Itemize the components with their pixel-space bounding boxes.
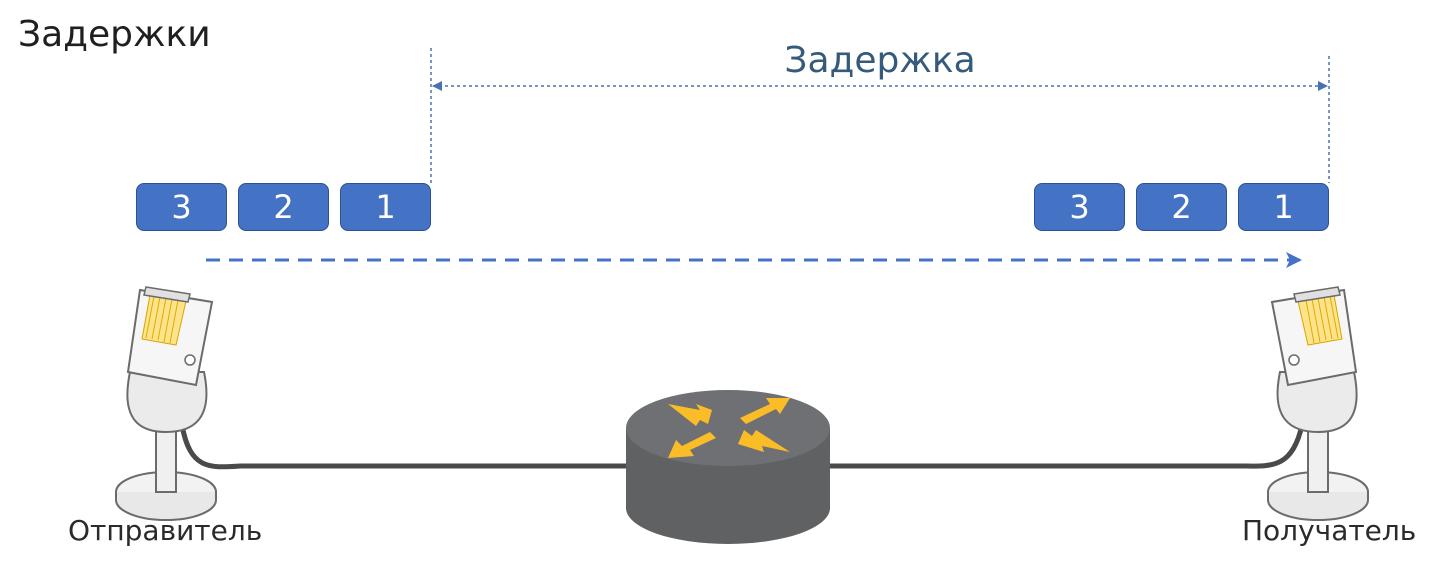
sender-packet-3: 3 [136, 183, 227, 231]
sender-connector-icon [115, 286, 217, 521]
page-title: Задержки [18, 14, 211, 55]
receiver-connector-icon [1267, 286, 1369, 521]
receiver-packet-2: 2 [1136, 183, 1227, 231]
sender-label: Отправитель [68, 514, 263, 547]
sender-packet-1: 1 [340, 183, 431, 231]
receiver-packet-3: 3 [1034, 183, 1125, 231]
sender-packet-2: 2 [238, 183, 329, 231]
receiver-label: Получатель [1242, 514, 1417, 547]
delay-label: Задержка [784, 40, 976, 81]
diagram-canvas [115, 48, 1369, 544]
receiver-packet-1: 1 [1238, 183, 1329, 231]
router-icon [626, 390, 830, 544]
